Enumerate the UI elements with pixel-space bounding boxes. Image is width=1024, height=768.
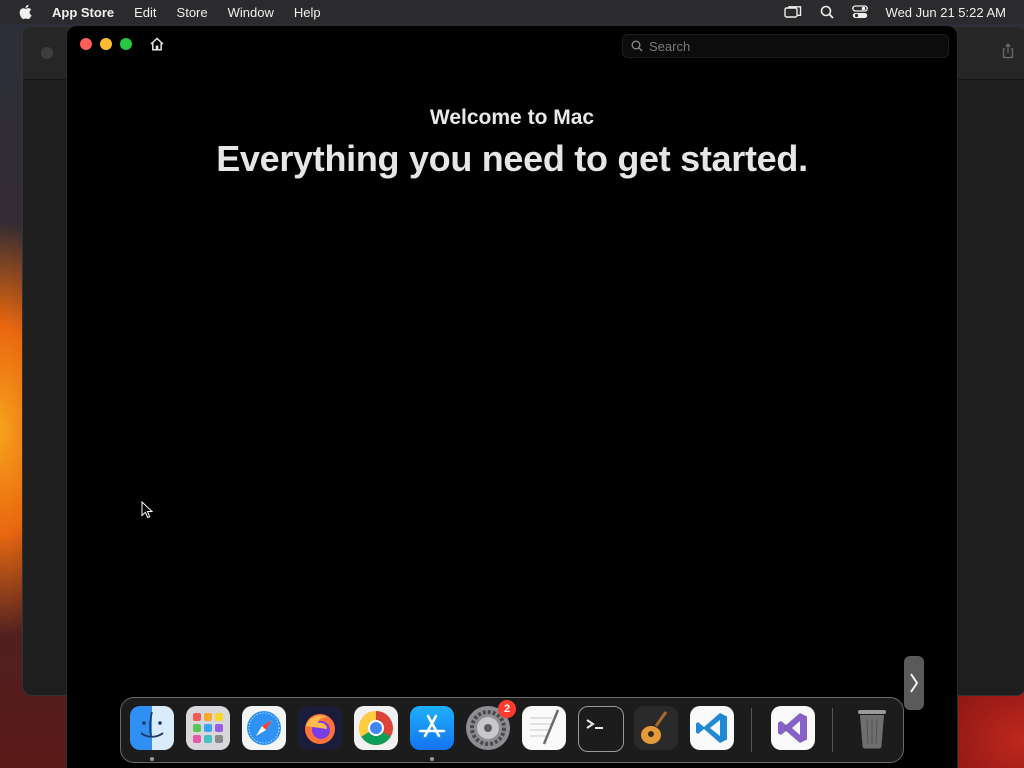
screen-mirroring-icon[interactable] bbox=[783, 5, 802, 19]
terminal-icon[interactable] bbox=[578, 706, 624, 752]
maximize-button[interactable] bbox=[120, 38, 132, 50]
background-window-close-icon bbox=[41, 47, 53, 59]
system-settings-icon[interactable]: 2 bbox=[466, 700, 516, 750]
menu-window[interactable]: Window bbox=[228, 5, 274, 20]
share-icon[interactable] bbox=[1001, 43, 1015, 64]
home-icon[interactable] bbox=[148, 35, 166, 53]
notification-badge: 2 bbox=[498, 700, 516, 718]
menu-clock[interactable]: Wed Jun 21 5:22 AM bbox=[886, 5, 1006, 20]
welcome-headline: Everything you need to get started. bbox=[216, 138, 808, 179]
close-button[interactable] bbox=[80, 38, 92, 50]
textedit-icon[interactable] bbox=[522, 706, 566, 750]
menu-help[interactable]: Help bbox=[294, 5, 321, 20]
launchpad-icon[interactable] bbox=[186, 706, 230, 750]
vscode-icon[interactable] bbox=[690, 706, 734, 750]
spotlight-search-icon[interactable] bbox=[820, 5, 834, 19]
dock-separator bbox=[832, 708, 833, 752]
minimize-button[interactable] bbox=[100, 38, 112, 50]
menu-bar: App Store Edit Store Window Help Wed Jun… bbox=[0, 0, 1024, 24]
dock-separator bbox=[751, 708, 752, 752]
menu-app-store[interactable]: App Store bbox=[52, 5, 114, 20]
garageband-icon[interactable] bbox=[634, 706, 678, 750]
search-icon bbox=[631, 40, 643, 52]
dock: 2 bbox=[120, 697, 904, 763]
firefox-icon[interactable] bbox=[298, 706, 342, 750]
control-center-icon[interactable] bbox=[851, 5, 868, 19]
chevron-right-icon bbox=[910, 673, 919, 693]
search-input[interactable] bbox=[649, 38, 919, 54]
welcome-title: Welcome to Mac bbox=[429, 106, 595, 129]
app-store-running-indicator bbox=[430, 757, 434, 761]
app-store-icon[interactable] bbox=[410, 706, 454, 750]
app-store-window: Welcome to Mac Everything you need to ge… bbox=[67, 26, 957, 768]
mouse-cursor-icon bbox=[141, 500, 154, 524]
visual-studio-icon[interactable] bbox=[771, 706, 815, 750]
finder-icon[interactable] bbox=[130, 706, 174, 750]
menu-store[interactable]: Store bbox=[177, 5, 208, 20]
trash-icon[interactable] bbox=[850, 706, 894, 750]
safari-icon[interactable] bbox=[242, 706, 286, 750]
chrome-icon[interactable] bbox=[354, 706, 398, 750]
next-page-button[interactable] bbox=[904, 656, 924, 710]
finder-running-indicator bbox=[150, 757, 154, 761]
apple-menu-icon[interactable] bbox=[18, 4, 36, 20]
menu-edit[interactable]: Edit bbox=[134, 5, 156, 20]
search-field[interactable] bbox=[622, 34, 949, 58]
